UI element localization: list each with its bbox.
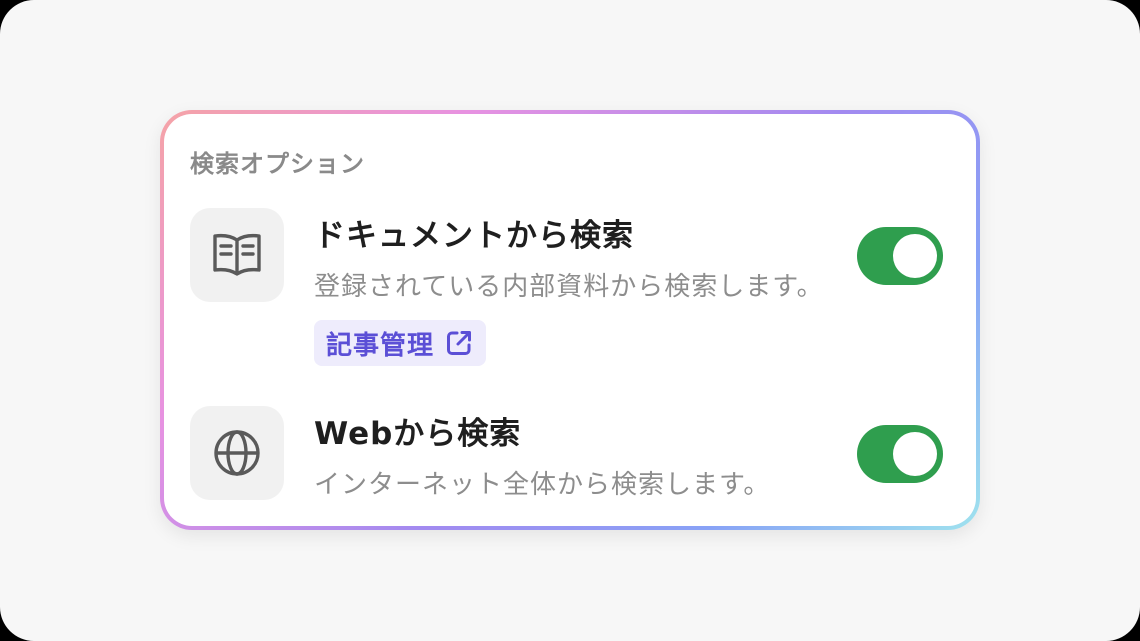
globe-icon	[214, 430, 260, 476]
backdrop: 検索オプション ドキュメントから検索 登録されている内部資料から検索します。 記…	[0, 0, 1140, 641]
document-option-title: ドキュメントから検索	[314, 218, 634, 254]
book-icon	[213, 233, 261, 276]
toggle-knob	[893, 432, 937, 476]
external-link-icon	[447, 331, 472, 355]
web-option-icon-box	[190, 406, 284, 500]
document-search-toggle[interactable]	[857, 227, 943, 285]
web-search-toggle[interactable]	[857, 425, 943, 483]
document-option-description: 登録されている内部資料から検索します。	[314, 272, 824, 302]
web-option-description: インターネット全体から検索します。	[314, 470, 771, 500]
web-option-title: Webから検索	[314, 416, 522, 452]
search-options-card: 検索オプション ドキュメントから検索 登録されている内部資料から検索します。 記…	[164, 114, 976, 526]
document-option-icon-box	[190, 208, 284, 302]
section-title: 検索オプション	[190, 150, 365, 178]
toggle-knob	[893, 234, 937, 278]
search-options-card-border: 検索オプション ドキュメントから検索 登録されている内部資料から検索します。 記…	[160, 110, 980, 530]
article-management-link-label: 記事管理	[326, 330, 435, 361]
article-management-link[interactable]: 記事管理	[314, 320, 487, 366]
